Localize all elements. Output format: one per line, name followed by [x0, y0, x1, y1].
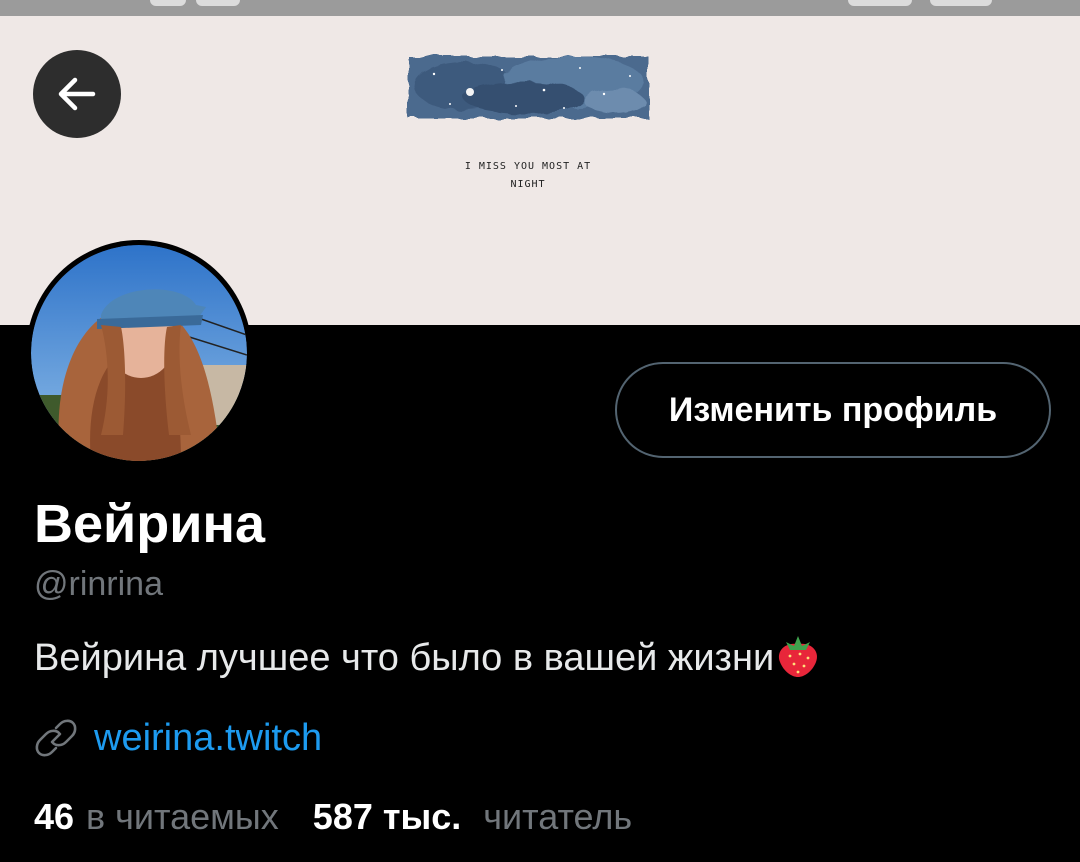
following-count: 46 [34, 796, 75, 837]
profile-bio: Вейрина лучшее что было в вашей жизни [34, 630, 820, 690]
display-name: Вейрина [34, 494, 266, 554]
signal-icon [848, 0, 912, 6]
followers-count: 587 тыс. [312, 796, 462, 837]
banner-caption: I MISS YOU MOST AT NIGHT [404, 158, 652, 194]
username-handle: @rinrina [34, 565, 163, 603]
followers-label: читатель [483, 796, 633, 837]
edit-profile-button[interactable]: Изменить профиль [615, 362, 1051, 458]
arrow-left-icon [58, 77, 96, 111]
strawberry-icon [776, 630, 820, 690]
profile-website: weirina.twitch [34, 714, 322, 762]
status-icon [150, 0, 186, 6]
avatar-photo [31, 245, 247, 461]
banner-caption-line: NIGHT [510, 179, 546, 190]
bio-text: Вейрина лучшее что было в вашей жизни [34, 637, 775, 680]
status-icon [196, 0, 240, 6]
link-icon [35, 719, 77, 757]
followers-stat[interactable]: 587 тыс. читатель [313, 796, 632, 838]
follow-stats: 46 в читаемых 587 тыс. читатель [34, 796, 632, 842]
following-label: в читаемых [86, 796, 279, 837]
battery-icon [930, 0, 992, 6]
status-bar [0, 0, 1080, 16]
night-sky-painting [408, 56, 648, 118]
following-stat[interactable]: 46 в читаемых [34, 796, 279, 838]
banner-caption-line: I MISS YOU MOST AT [464, 161, 592, 172]
website-link[interactable]: weirina.twitch [94, 717, 322, 760]
back-button[interactable] [33, 50, 121, 138]
avatar[interactable] [26, 240, 252, 466]
